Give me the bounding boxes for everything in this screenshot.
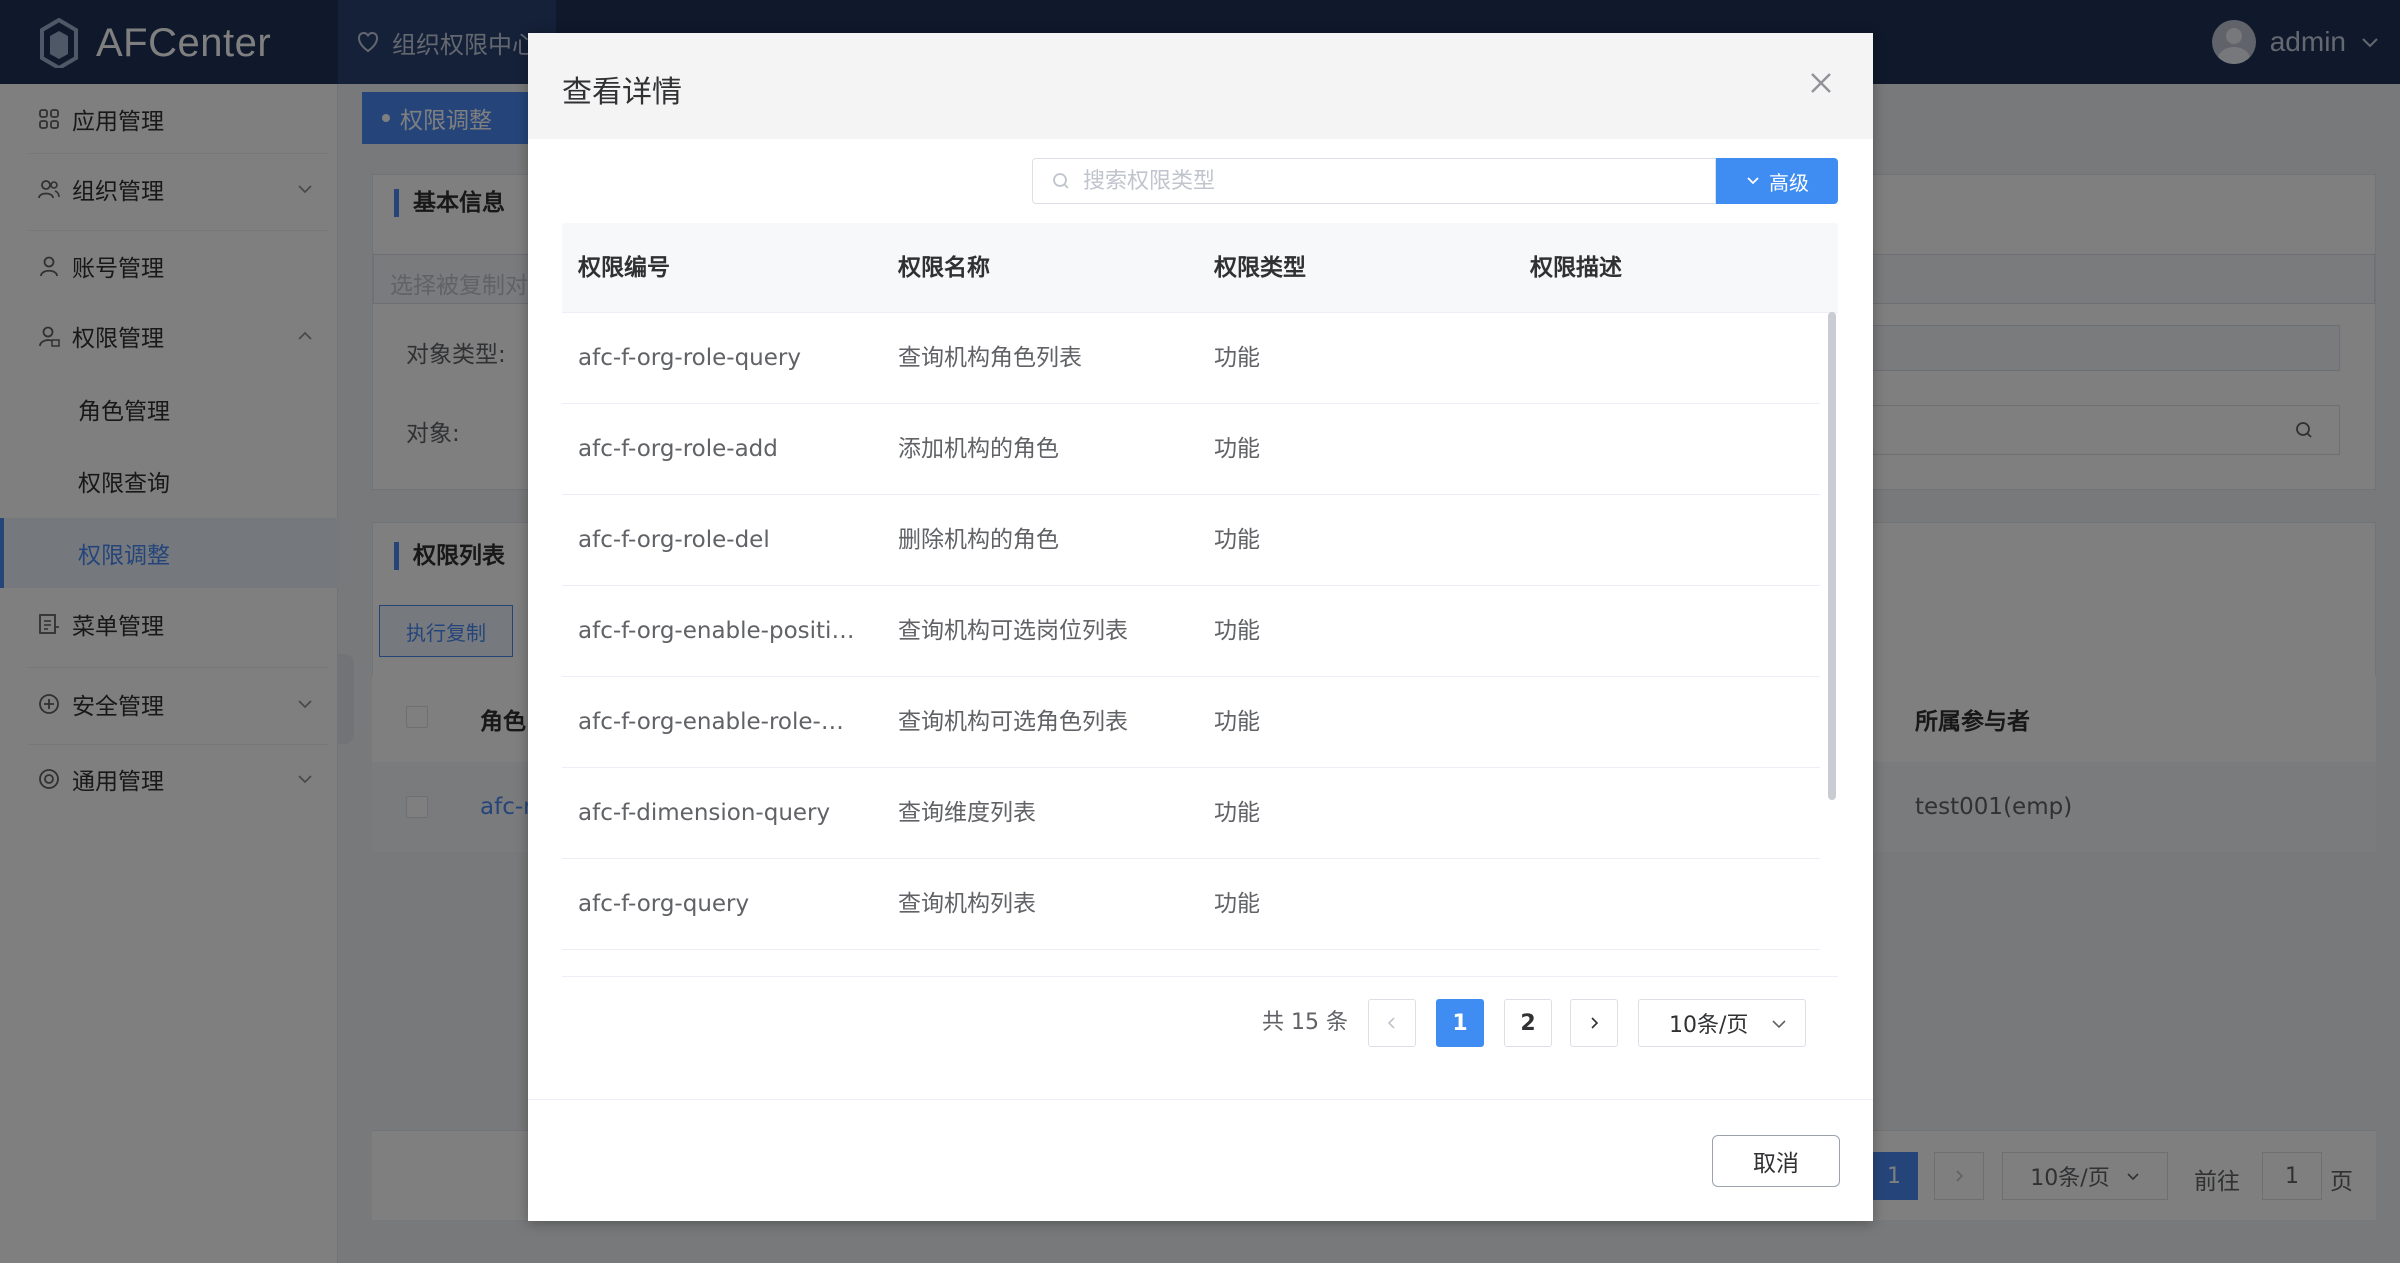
table-bottom-border xyxy=(562,976,1838,977)
cell-code: afc-f-org-query xyxy=(578,891,750,917)
table-row[interactable]: afc-f-org-enable-role-… 查询机构可选角色列表 功能 xyxy=(562,677,1820,768)
cell-name: 查询机构列表 xyxy=(898,891,1036,917)
cell-desc xyxy=(1530,677,1810,767)
cell-desc xyxy=(1530,859,1810,949)
cell-code: afc-f-org-enable-role-… xyxy=(578,709,844,735)
cell-type xyxy=(1214,950,1514,966)
table-row[interactable]: afc-f-org-role-query 查询机构角色列表 功能 xyxy=(562,313,1820,404)
search-field[interactable] xyxy=(1032,158,1716,204)
page-2-button[interactable]: 2 xyxy=(1504,999,1552,1047)
cell-desc xyxy=(1530,495,1810,585)
pager-total: 共 15 条 xyxy=(1262,1010,1348,1035)
search-input[interactable] xyxy=(1083,168,1683,194)
chevron-down-icon xyxy=(1747,177,1759,185)
cancel-button[interactable]: 取消 xyxy=(1712,1135,1840,1187)
cell-code: afc-f-org-role-del xyxy=(578,527,770,553)
cell-name: 查询机构可选岗位列表 xyxy=(898,618,1128,644)
table-body[interactable]: afc-f-org-role-query 查询机构角色列表 功能 afc-f-o… xyxy=(562,313,1838,966)
table-row[interactable] xyxy=(562,950,1820,966)
advanced-label: 高级 xyxy=(1769,170,1809,195)
page-1-button[interactable]: 1 xyxy=(1436,999,1484,1047)
chevron-right-icon xyxy=(1591,1017,1599,1029)
table-scrollbar[interactable] xyxy=(1828,312,1836,800)
table-row[interactable]: afc-f-org-role-add 添加机构的角色 功能 xyxy=(562,404,1820,495)
cell-name: 查询机构角色列表 xyxy=(898,345,1082,371)
cell-type: 功能 xyxy=(1214,436,1260,462)
table-row[interactable]: afc-f-org-role-del 删除机构的角色 功能 xyxy=(562,495,1820,586)
cell-name: 查询机构可选角色列表 xyxy=(898,709,1128,735)
cell-code xyxy=(578,950,878,966)
col-permission-type[interactable]: 权限类型 xyxy=(1214,223,1306,313)
cell-type: 功能 xyxy=(1214,709,1260,735)
table-row[interactable]: afc-f-org-enable-positi… 查询机构可选岗位列表 功能 xyxy=(562,586,1820,677)
cell-desc xyxy=(1530,404,1810,494)
cell-name: 查询维度列表 xyxy=(898,800,1036,826)
chevron-down-icon xyxy=(1772,1020,1786,1029)
cell-type: 功能 xyxy=(1214,891,1260,917)
cell-type: 功能 xyxy=(1214,618,1260,644)
cell-desc xyxy=(1530,768,1810,858)
col-permission-code[interactable]: 权限编号 xyxy=(578,223,670,313)
cell-name xyxy=(898,950,1198,966)
cell-code: afc-f-org-enable-positi… xyxy=(578,618,855,644)
cell-code: afc-f-org-role-query xyxy=(578,345,801,371)
dialog-footer-divider xyxy=(528,1099,1873,1100)
dialog-title: 查看详情 xyxy=(562,75,682,110)
advanced-search-button[interactable]: 高级 xyxy=(1716,158,1838,204)
detail-dialog: 查看详情 高级 权限编号 权限名称 权限类型 权限描述 afc-f-org-ro… xyxy=(528,33,1873,1221)
cell-desc xyxy=(1530,586,1810,676)
cell-code: afc-f-dimension-query xyxy=(578,800,831,826)
page-size-select[interactable]: 10条/页 xyxy=(1638,999,1806,1047)
cell-desc xyxy=(1530,313,1810,403)
table-row[interactable]: afc-f-org-query 查询机构列表 功能 xyxy=(562,859,1820,950)
dialog-header: 查看详情 xyxy=(528,33,1873,139)
cell-desc xyxy=(1530,950,1810,966)
cell-name: 添加机构的角色 xyxy=(898,436,1059,462)
table-row[interactable]: afc-f-dimension-query 查询维度列表 功能 xyxy=(562,768,1820,859)
close-icon[interactable] xyxy=(1805,67,1837,99)
cell-type: 功能 xyxy=(1214,345,1260,371)
page-size-value: 10条/页 xyxy=(1669,1013,1749,1038)
chevron-left-icon xyxy=(1387,1017,1395,1029)
cell-name: 删除机构的角色 xyxy=(898,527,1059,553)
cell-type: 功能 xyxy=(1214,800,1260,826)
cell-type: 功能 xyxy=(1214,527,1260,553)
cell-code: afc-f-org-role-add xyxy=(578,436,778,462)
table-header: 权限编号 权限名称 权限类型 权限描述 xyxy=(562,223,1838,313)
next-page-button[interactable] xyxy=(1570,999,1618,1047)
col-permission-desc[interactable]: 权限描述 xyxy=(1530,223,1622,313)
col-permission-name[interactable]: 权限名称 xyxy=(898,223,990,313)
prev-page-button[interactable] xyxy=(1368,999,1416,1047)
search-icon xyxy=(1053,173,1069,189)
